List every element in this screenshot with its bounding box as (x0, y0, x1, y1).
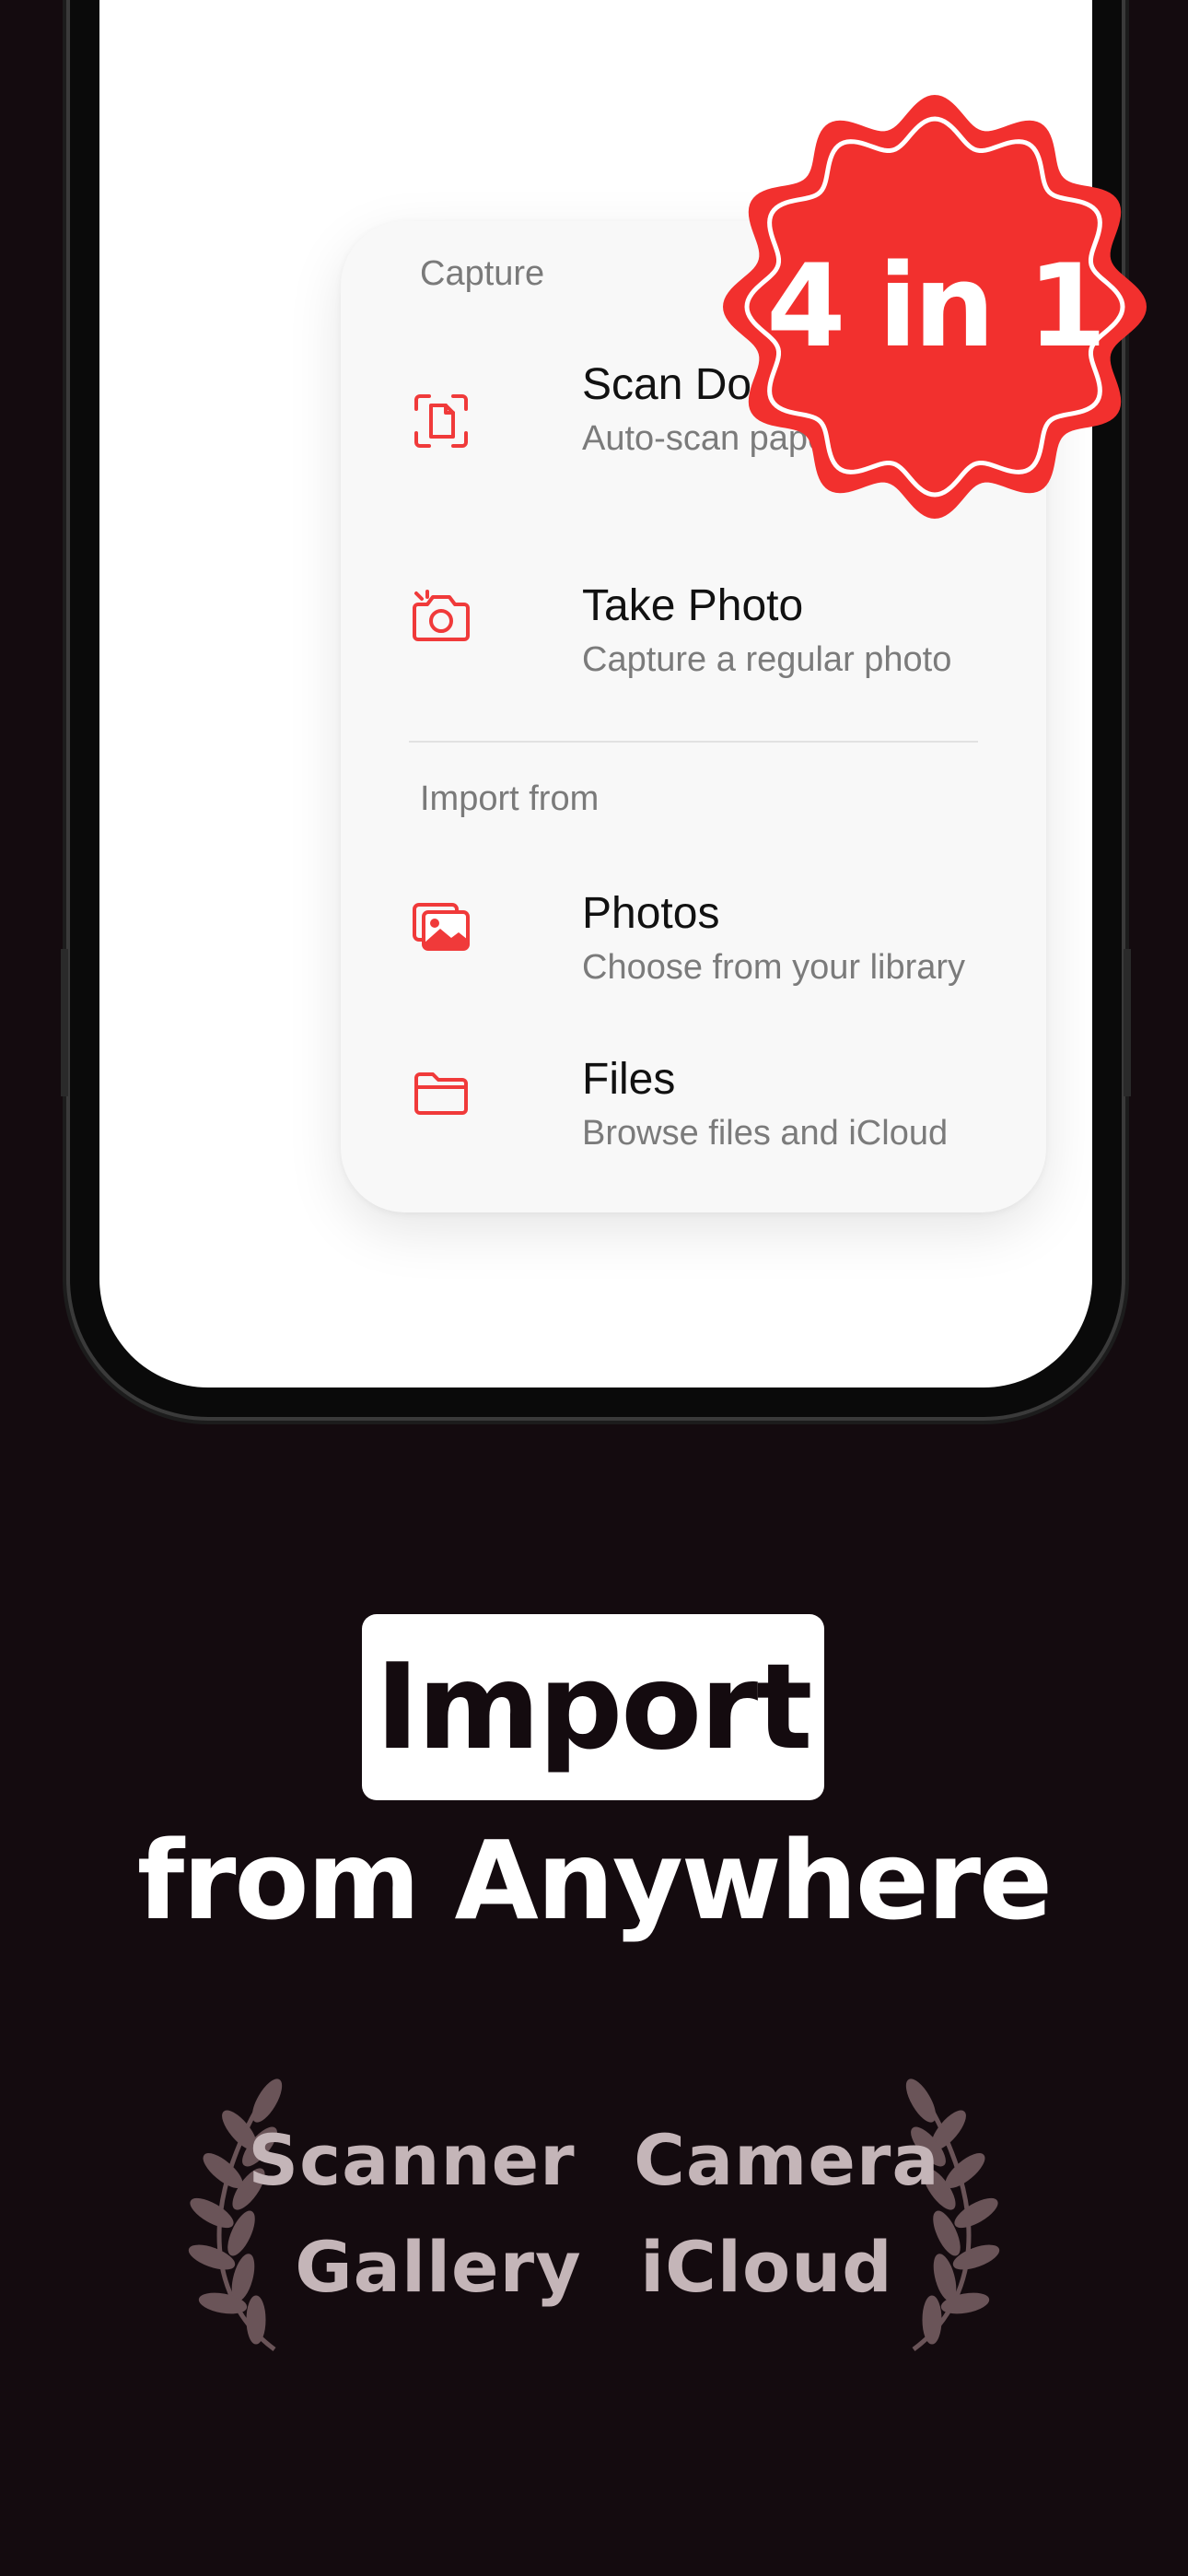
menu-item-subtitle: Capture a regular photo (582, 640, 952, 679)
feature-camera: Camera (634, 2119, 940, 2201)
menu-item-title: Files (582, 1055, 676, 1104)
menu-item-photos[interactable]: Photos Choose from your library (411, 888, 1009, 989)
feature-scanner: Scanner (248, 2119, 576, 2201)
menu-item-take-photo[interactable]: Take Photo Capture a regular photo (411, 580, 1009, 682)
folder-icon (411, 1061, 472, 1122)
photos-icon (411, 896, 472, 956)
menu-item-title: Take Photo (582, 581, 804, 630)
features-row-2: Gallery iCloud (0, 2226, 1188, 2308)
left-laurel-icon (188, 2078, 283, 2352)
features-row-1: Scanner Camera (0, 2119, 1188, 2201)
menu-item-subtitle: Browse files and iCloud (582, 1114, 949, 1153)
feature-icloud: iCloud (640, 2226, 893, 2308)
headline-subtitle: from Anywhere (136, 1817, 1053, 1944)
section-label-capture: Capture (420, 254, 545, 293)
menu-item-title: Photos (582, 889, 720, 938)
menu-divider (409, 741, 978, 743)
camera-icon (411, 588, 472, 649)
four-in-one-badge: 4 in 1 (714, 90, 1156, 523)
headline-highlight-box: Import (362, 1614, 824, 1800)
badge-text: 4 in 1 (766, 240, 1107, 373)
scan-document-icon (411, 391, 472, 451)
section-label-import: Import from (420, 779, 600, 818)
feature-gallery: Gallery (295, 2226, 582, 2308)
right-laurel-icon (905, 2078, 1000, 2352)
menu-item-subtitle: Choose from your library (582, 948, 966, 987)
menu-item-files[interactable]: Files Browse files and iCloud (411, 1054, 1009, 1155)
headline-highlight: Import (375, 1638, 813, 1776)
